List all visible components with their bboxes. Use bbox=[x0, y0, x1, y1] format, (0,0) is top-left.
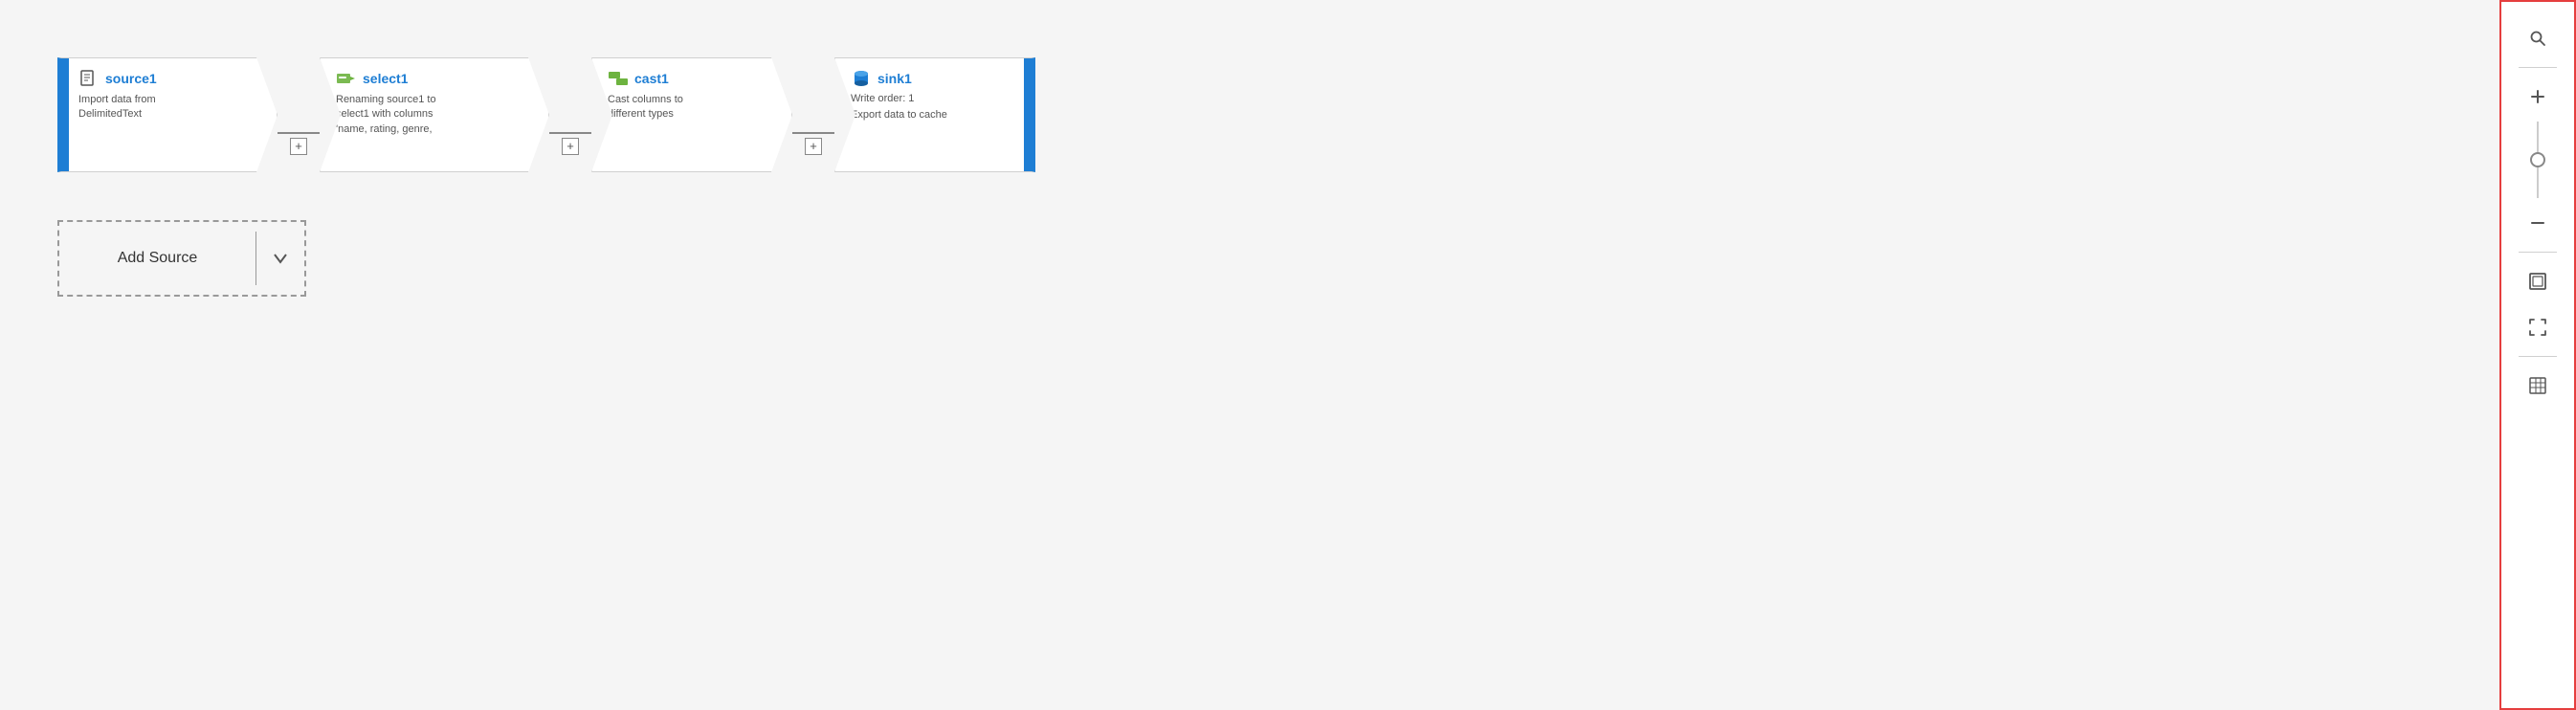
data-preview-button[interactable] bbox=[2517, 365, 2559, 407]
node-cast1[interactable]: cast1 Cast columns to different types bbox=[591, 57, 792, 172]
node-write-order-sink1: Write order: 1 bbox=[851, 93, 1010, 104]
zoom-thumb[interactable] bbox=[2530, 152, 2545, 167]
add-step-3-btn[interactable]: + bbox=[805, 138, 822, 155]
connector-line-3 bbox=[792, 132, 834, 134]
node-header-sink1: sink1 bbox=[851, 68, 1010, 89]
node-subtitle-source1: Import data from DelimitedText bbox=[78, 93, 263, 122]
node-body-source1: source1 Import data from DelimitedText bbox=[69, 58, 277, 171]
zoom-in-button[interactable] bbox=[2517, 76, 2559, 118]
canvas-area: source1 Import data from DelimitedText + bbox=[0, 0, 2499, 710]
zoom-track bbox=[2537, 122, 2539, 198]
node-subtitle-cast1: Cast columns to different types bbox=[608, 93, 778, 122]
data-preview-icon bbox=[2528, 376, 2547, 395]
node-subtitle-select1: Renaming source1 to select1 with columns… bbox=[336, 93, 535, 137]
node-select1[interactable]: select1 Renaming source1 to select1 with… bbox=[320, 57, 549, 172]
separator-2 bbox=[2519, 252, 2557, 253]
node-title-source1: source1 bbox=[105, 71, 157, 86]
connector-1: + bbox=[278, 76, 320, 155]
fit-page-button[interactable] bbox=[2517, 260, 2559, 302]
add-source-label: Add Source bbox=[59, 222, 255, 295]
node-source1[interactable]: source1 Import data from DelimitedText bbox=[57, 57, 278, 172]
add-source-chevron-btn[interactable] bbox=[256, 222, 304, 295]
node-title-cast1: cast1 bbox=[634, 71, 669, 86]
zoom-out-button[interactable] bbox=[2517, 202, 2559, 244]
node-title-sink1: sink1 bbox=[877, 71, 912, 86]
fit-page-icon bbox=[2528, 272, 2547, 291]
pipeline-row: source1 Import data from DelimitedText + bbox=[57, 57, 2442, 172]
right-toolbar bbox=[2499, 0, 2576, 710]
node-body-sink1: sink1 Write order: 1 Export data to cach… bbox=[835, 58, 1024, 171]
node-body-cast1: cast1 Cast columns to different types bbox=[592, 58, 791, 171]
select-icon bbox=[336, 68, 357, 89]
node-header-source1: source1 bbox=[78, 68, 263, 89]
chevron-down-icon bbox=[272, 250, 289, 267]
source-icon bbox=[78, 68, 100, 89]
search-icon bbox=[2529, 30, 2546, 47]
zoom-slider[interactable] bbox=[2501, 122, 2574, 198]
node-stripe-source1 bbox=[61, 58, 69, 171]
connector-2: + bbox=[549, 76, 591, 155]
add-step-2-btn[interactable]: + bbox=[562, 138, 579, 155]
connector-line-2 bbox=[549, 132, 591, 134]
node-header-select1: select1 bbox=[336, 68, 535, 89]
node-stripe-sink1 bbox=[1024, 58, 1032, 171]
add-step-1-btn[interactable]: + bbox=[290, 138, 307, 155]
node-subtitle-sink1: Export data to cache bbox=[851, 108, 1010, 122]
add-source-box[interactable]: Add Source bbox=[57, 220, 306, 297]
sink-icon bbox=[851, 68, 872, 89]
separator-3 bbox=[2519, 356, 2557, 357]
connector-line-1 bbox=[278, 132, 320, 134]
node-sink1[interactable]: sink1 Write order: 1 Export data to cach… bbox=[834, 57, 1035, 172]
cast-icon bbox=[608, 68, 629, 89]
node-body-select1: select1 Renaming source1 to select1 with… bbox=[321, 58, 548, 171]
fit-selection-icon bbox=[2528, 318, 2547, 337]
search-button[interactable] bbox=[2517, 17, 2559, 59]
zoom-in-icon bbox=[2529, 88, 2546, 105]
connector-3: + bbox=[792, 76, 834, 155]
node-header-cast1: cast1 bbox=[608, 68, 778, 89]
separator-1 bbox=[2519, 67, 2557, 68]
zoom-out-icon bbox=[2529, 214, 2546, 232]
fit-selection-button[interactable] bbox=[2517, 306, 2559, 348]
node-title-select1: select1 bbox=[363, 71, 408, 86]
